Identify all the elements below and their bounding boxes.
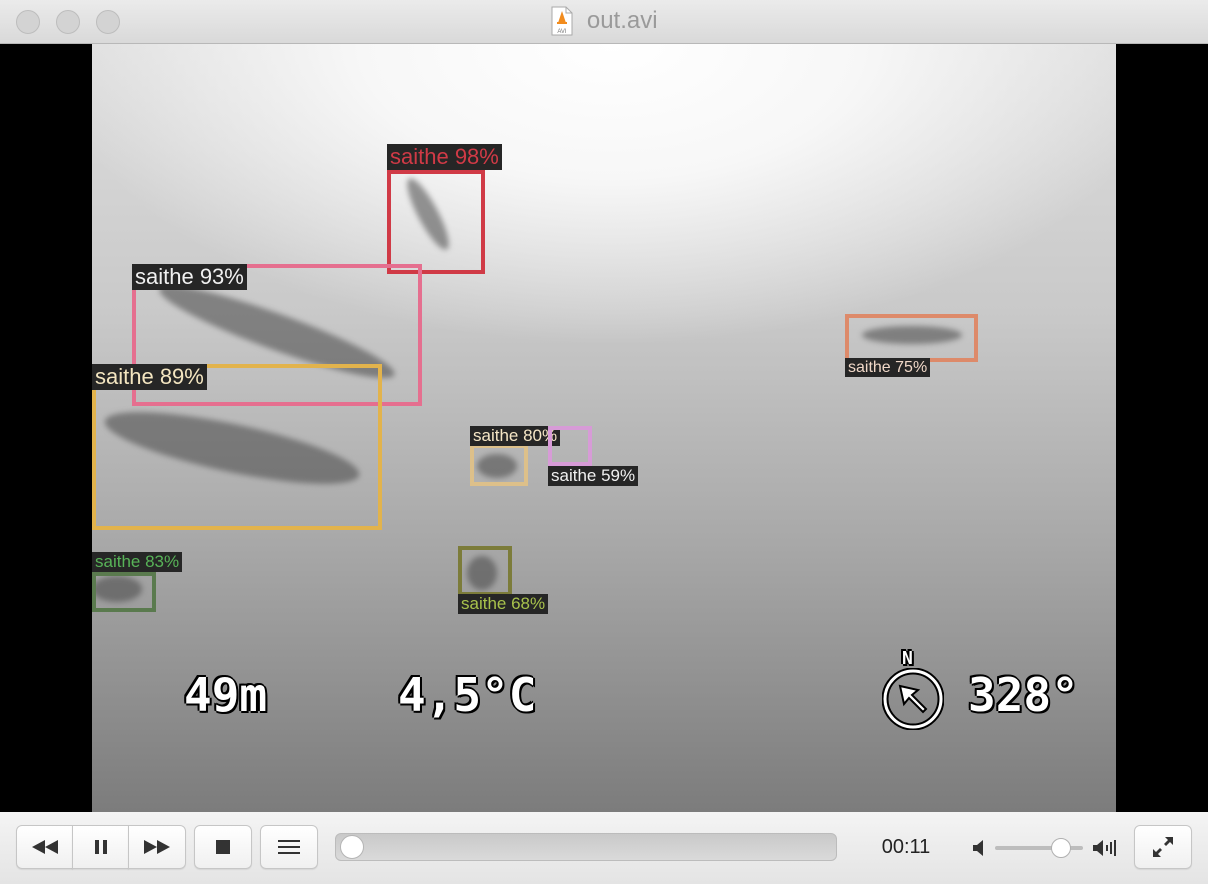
depth-readout: 49m: [184, 668, 268, 722]
fullscreen-button[interactable]: [1134, 825, 1192, 869]
detection-box-saithe-98: [387, 170, 485, 274]
fullscreen-icon: [1153, 837, 1173, 857]
title-bar: AVI out.avi: [0, 0, 1208, 44]
window-title: out.avi: [586, 7, 658, 34]
playlist-button[interactable]: [260, 825, 318, 869]
detection-box-saithe-75: [845, 314, 978, 362]
detection-box-saithe-83: [92, 572, 156, 612]
fast-forward-icon: [144, 840, 170, 854]
pause-icon: [94, 840, 107, 854]
playlist-icon: [278, 840, 300, 854]
detection-label: saithe 75%: [845, 358, 931, 378]
detection-label: saithe 98%: [387, 144, 502, 171]
seek-handle[interactable]: [340, 835, 364, 859]
video-area[interactable]: saithe 98% saithe 93% saithe 89% saithe …: [0, 44, 1208, 812]
compass-north-label: N: [902, 648, 913, 669]
volume-high-icon[interactable]: [1092, 839, 1116, 862]
detection-label: saithe 59%: [548, 466, 639, 487]
volume-slider[interactable]: [995, 838, 1083, 858]
stop-icon: [216, 840, 230, 854]
detection-label: saithe 68%: [458, 594, 549, 615]
compass-icon: [881, 667, 945, 735]
seek-bar[interactable]: [335, 833, 837, 861]
video-frame[interactable]: saithe 98% saithe 93% saithe 89% saithe …: [92, 44, 1116, 812]
avi-file-icon: AVI: [550, 6, 574, 36]
rewind-button[interactable]: [16, 825, 73, 869]
volume-low-icon[interactable]: [972, 839, 986, 862]
detection-box-saithe-80: [470, 444, 528, 486]
detection-label: saithe 89%: [92, 364, 207, 391]
avi-file-icon-text: AVI: [558, 29, 568, 35]
detection-label: saithe 80%: [470, 426, 561, 447]
detection-label: saithe 83%: [92, 552, 183, 573]
playback-controls: 00:11: [0, 812, 1208, 884]
detection-box-saithe-59: [548, 426, 592, 466]
heading-readout: 328°: [968, 668, 1079, 722]
temperature-readout: 4,5°C: [398, 668, 537, 722]
volume-handle[interactable]: [1051, 838, 1071, 858]
elapsed-time: 00:11: [881, 836, 931, 858]
fast-forward-button[interactable]: [128, 825, 186, 869]
detection-box-saithe-68: [458, 546, 512, 596]
detection-label: saithe 93%: [132, 264, 247, 291]
rewind-icon: [31, 840, 58, 854]
pause-button[interactable]: [72, 825, 129, 869]
stop-button[interactable]: [194, 825, 252, 869]
